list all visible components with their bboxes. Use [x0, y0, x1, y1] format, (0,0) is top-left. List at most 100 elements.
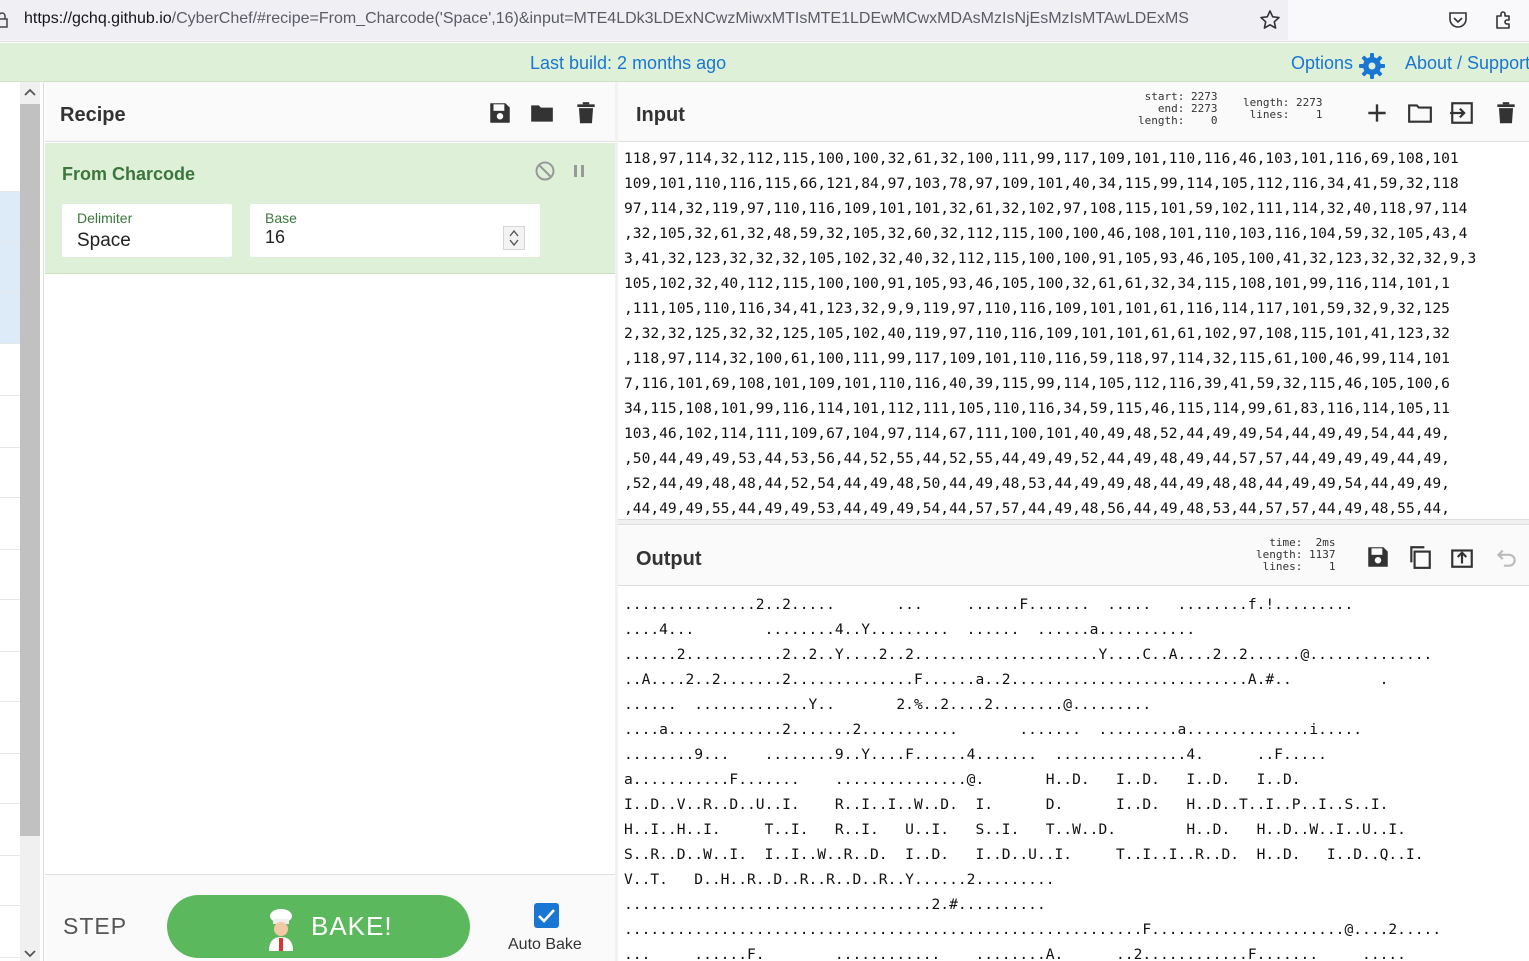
options-link[interactable]: Options	[1291, 53, 1353, 74]
gear-icon[interactable]	[1358, 52, 1386, 80]
operation-item[interactable]	[0, 344, 20, 396]
bookmark-star-icon[interactable]	[1258, 8, 1282, 32]
operation-from-charcode[interactable]: From Charcode Delimiter Space Base 16	[45, 143, 617, 274]
base-value[interactable]: 16	[265, 227, 285, 248]
input-line: 103,46,102,114,111,109,67,104,97,114,67,…	[624, 425, 1450, 442]
operation-item[interactable]	[0, 396, 20, 448]
operation-item[interactable]	[0, 652, 20, 702]
input-textarea[interactable]: 118,97,114,32,112,115,100,100,32,61,32,1…	[624, 146, 1529, 519]
output-stats: time: 2ms length: 1137 lines: 1	[1256, 536, 1336, 573]
input-line: 2,32,32,125,32,32,125,105,102,40,119,97,…	[624, 325, 1450, 342]
operations-panel	[0, 82, 44, 961]
io-resizer[interactable]	[618, 519, 1529, 525]
open-folder-icon[interactable]	[1407, 100, 1433, 126]
stepper-down-icon[interactable]	[509, 239, 519, 247]
save-output-icon[interactable]	[1365, 544, 1391, 570]
output-text[interactable]: ...............2..2..... ... ......F....…	[624, 592, 1529, 961]
output-line: ........9... ........9..Y....F......4...…	[624, 746, 1327, 763]
input-line: ,118,97,114,32,100,61,100,111,99,117,109…	[624, 350, 1450, 367]
output-line: a...........F....... ...............@. H…	[624, 771, 1301, 788]
operation-item[interactable]	[0, 550, 20, 600]
trash-icon[interactable]	[573, 100, 599, 126]
step-button[interactable]: STEP	[63, 913, 127, 940]
browser-toolbar: https://gchq.github.io/CyberChef/#recipe…	[0, 0, 1529, 42]
operation-item[interactable]	[0, 754, 20, 804]
operation-item[interactable]	[0, 498, 20, 550]
recipe-title: Recipe	[60, 104, 126, 126]
delimiter-value[interactable]: Space	[77, 230, 131, 252]
output-line: ...................................2.#..…	[624, 896, 1046, 913]
input-line: ,32,105,32,61,32,48,59,32,105,32,60,32,1…	[624, 225, 1468, 242]
operation-item[interactable]	[0, 144, 20, 192]
input-line: 97,114,32,119,97,110,116,109,101,101,32,…	[624, 200, 1468, 217]
output-line: ....a.............2.......2........... .…	[624, 721, 1363, 738]
add-tab-icon[interactable]	[1364, 100, 1390, 126]
notification-banner: Last build: 2 months ago Options About /…	[0, 43, 1529, 82]
about-support-link[interactable]: About / Support	[1405, 53, 1529, 74]
copy-icon[interactable]	[1407, 544, 1433, 570]
output-line: V..T. D..H..R..D..R..R..D..R..Y......2..…	[624, 871, 1055, 888]
lock-icon	[0, 12, 8, 28]
output-line: ...... .............Y.. 2.%..2....2.....…	[624, 696, 1152, 713]
output-header: Output time: 2ms length: 1137 lines: 1	[618, 526, 1529, 586]
chef-icon	[269, 909, 293, 951]
open-file-icon[interactable]	[1449, 100, 1475, 126]
input-panel: Input start: 2273 end: 2273 length: 0 le…	[618, 82, 1529, 519]
disable-icon[interactable]	[534, 160, 556, 182]
address-bar[interactable]: https://gchq.github.io/CyberChef/#recipe…	[0, 0, 1288, 40]
base-field[interactable]: Base 16	[250, 204, 540, 257]
chevron-up-icon[interactable]	[23, 86, 37, 98]
operations-scrollbar-thumb[interactable]	[20, 104, 40, 836]
extensions-icon[interactable]	[1492, 7, 1516, 31]
operation-item[interactable]	[0, 192, 20, 242]
input-length-stats: length: 2273 lines: 1	[1243, 96, 1323, 121]
operation-item[interactable]	[0, 906, 20, 958]
bake-button[interactable]: BAKE!	[167, 895, 470, 958]
input-line: ,44,49,49,55,44,49,49,53,44,49,49,54,44,…	[624, 500, 1450, 517]
base-stepper[interactable]	[503, 226, 525, 250]
output-line: ... ......F. ............ ........A. ..2…	[624, 946, 1406, 961]
input-line: 7,116,101,69,108,101,109,101,110,116,40,…	[624, 375, 1450, 392]
operation-item[interactable]	[0, 242, 20, 292]
operation-item[interactable]	[0, 804, 20, 856]
operation-name: From Charcode	[62, 164, 196, 184]
pocket-icon[interactable]	[1446, 8, 1470, 32]
recipe-header: Recipe	[45, 82, 617, 142]
undo-icon[interactable]	[1493, 544, 1519, 570]
replace-input-icon[interactable]	[1449, 544, 1475, 570]
operation-item[interactable]	[0, 292, 20, 344]
folder-icon[interactable]	[529, 100, 555, 126]
input-line: 118,97,114,32,112,115,100,100,32,61,32,1…	[624, 150, 1459, 167]
delimiter-label: Delimiter	[77, 210, 133, 226]
recipe-panel: Recipe From Charcode Delimiter Space Bas…	[45, 82, 617, 961]
operation-item[interactable]	[0, 600, 20, 652]
delimiter-field[interactable]: Delimiter Space	[62, 204, 232, 257]
chevron-down-icon[interactable]	[23, 948, 37, 960]
pause-icon[interactable]	[571, 161, 587, 181]
base-label: Base	[265, 210, 297, 226]
input-line: ,52,44,49,48,48,44,52,54,44,49,48,50,44,…	[624, 475, 1450, 492]
last-build-link[interactable]: Last build: 2 months ago	[530, 53, 726, 74]
operation-item[interactable]	[0, 702, 20, 754]
stepper-up-icon[interactable]	[509, 229, 519, 237]
output-line: ......2...........2..2..Y....2..2.......…	[624, 646, 1433, 663]
output-title: Output	[636, 548, 702, 570]
operation-item[interactable]	[0, 856, 20, 906]
input-line: ,111,105,110,116,34,41,123,32,9,9,119,97…	[624, 300, 1450, 317]
input-title: Input	[636, 104, 685, 126]
output-line: ........................................…	[624, 921, 1442, 938]
auto-bake-checkbox[interactable]	[534, 903, 559, 928]
input-line: 3,41,32,123,32,32,32,105,102,32,40,32,11…	[624, 250, 1477, 267]
input-line: 34,115,108,101,99,116,114,101,112,111,10…	[624, 400, 1450, 417]
clear-input-icon[interactable]	[1493, 100, 1519, 126]
input-line: ,50,44,49,49,53,44,53,56,44,52,55,44,52,…	[624, 450, 1450, 467]
output-line: ..A....2..2.......2..............F......…	[624, 671, 1389, 688]
operation-item[interactable]	[0, 448, 20, 498]
output-panel: Output time: 2ms length: 1137 lines: 1 .…	[618, 526, 1529, 961]
output-line: ....4... ........4..Y......... ...... ..…	[624, 621, 1196, 638]
url-text[interactable]: https://gchq.github.io/CyberChef/#recipe…	[24, 10, 1254, 28]
output-line: I..D..V..R..D..U..I. R..I..I..W..D. I. D…	[624, 796, 1389, 813]
auto-bake-label: Auto Bake	[508, 936, 582, 953]
input-line: 105,102,32,40,112,115,100,100,91,105,93,…	[624, 275, 1450, 292]
save-icon[interactable]	[487, 100, 513, 126]
